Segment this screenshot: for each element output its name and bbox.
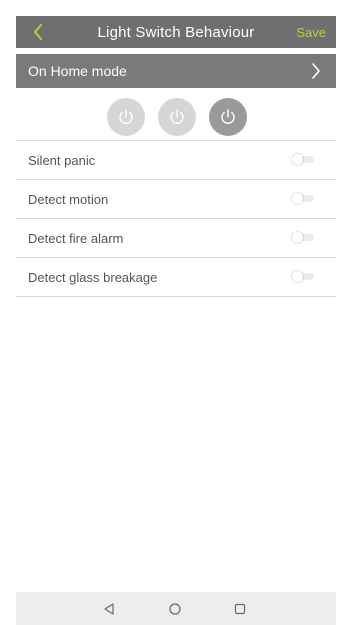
nav-back-button[interactable] xyxy=(100,600,118,618)
toggle-knob xyxy=(292,154,303,165)
setting-label: Silent panic xyxy=(28,152,96,168)
switch-3-button[interactable] xyxy=(209,98,247,136)
switch-buttons-row xyxy=(16,98,336,138)
detect-motion-toggle[interactable] xyxy=(292,193,314,204)
system-nav-bar xyxy=(16,592,336,625)
toggle-knob xyxy=(292,271,303,282)
app-screen: Light Switch Behaviour Save On Home mode xyxy=(0,0,338,625)
circle-home-icon xyxy=(169,603,181,615)
mode-label: On Home mode xyxy=(28,63,127,79)
toggle-knob xyxy=(292,232,303,243)
setting-label: Detect motion xyxy=(28,191,109,207)
setting-label: Detect fire alarm xyxy=(28,230,124,246)
switch-1-button[interactable] xyxy=(107,98,145,136)
detect-glass-breakage-toggle[interactable] xyxy=(292,271,314,282)
power-icon xyxy=(221,109,235,124)
setting-row-detect-motion: Detect motion xyxy=(16,179,336,218)
setting-row-detect-fire-alarm: Detect fire alarm xyxy=(16,218,336,257)
page-title: Light Switch Behaviour xyxy=(97,23,255,41)
power-icon xyxy=(119,109,133,124)
back-button[interactable] xyxy=(26,20,50,44)
detect-fire-alarm-toggle[interactable] xyxy=(292,232,314,243)
chevron-right-icon xyxy=(312,63,320,79)
header-bar: Light Switch Behaviour Save xyxy=(16,16,336,48)
triangle-back-icon xyxy=(104,603,114,615)
chevron-left-icon xyxy=(34,24,42,40)
silent-panic-toggle[interactable] xyxy=(292,154,314,165)
toggle-knob xyxy=(292,193,303,204)
power-icon xyxy=(170,109,184,124)
settings-list: Silent panic Detect motion Detect fire a… xyxy=(16,140,336,297)
setting-row-silent-panic: Silent panic xyxy=(16,140,336,179)
square-recents-icon xyxy=(234,603,246,615)
switch-2-button[interactable] xyxy=(158,98,196,136)
setting-label: Detect glass breakage xyxy=(28,269,158,285)
save-button[interactable]: Save xyxy=(296,16,326,48)
nav-home-button[interactable] xyxy=(166,600,184,618)
mode-selector[interactable]: On Home mode xyxy=(16,54,336,88)
nav-recents-button[interactable] xyxy=(231,600,249,618)
setting-row-detect-glass-breakage: Detect glass breakage xyxy=(16,257,336,297)
